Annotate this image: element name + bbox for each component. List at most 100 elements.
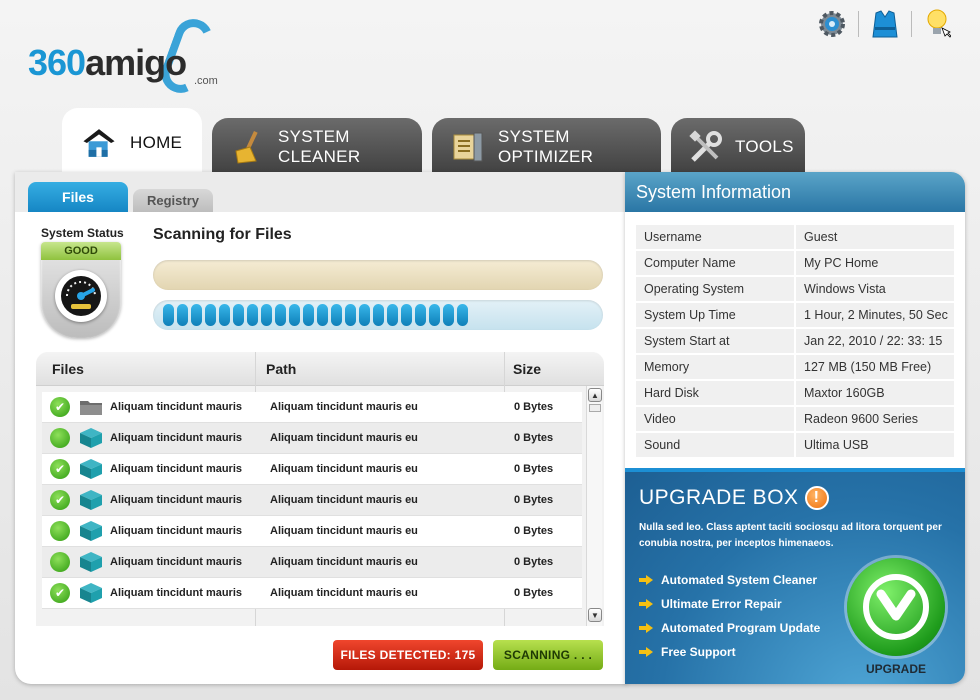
progress-segment (205, 304, 216, 326)
progress-segment (387, 304, 398, 326)
cube-icon (78, 459, 104, 479)
info-key: System Up Time (636, 303, 794, 327)
info-key: Hard Disk (636, 381, 794, 405)
file-path: Aliquam tincidunt mauris eu (270, 587, 418, 599)
files-detected-button[interactable]: FILES DETECTED: 175 (333, 640, 483, 670)
status-dot-icon[interactable] (50, 428, 70, 448)
cube-icon (78, 583, 104, 603)
lightbulb-icon[interactable] (922, 8, 954, 40)
info-key: Operating System (636, 277, 794, 301)
info-value: Maxtor 160GB (796, 381, 954, 405)
scroll-down-button[interactable]: ▼ (588, 608, 602, 622)
checkmark-icon[interactable]: ✔ (50, 397, 70, 417)
info-row: Username Guest (636, 225, 954, 251)
table-row[interactable]: Aliquam tincidunt mauris Aliquam tincidun… (42, 547, 582, 578)
file-name: Aliquam tincidunt mauris (110, 556, 243, 568)
info-key: Sound (636, 433, 794, 457)
info-row: Operating System Windows Vista (636, 277, 954, 303)
alert-icon: ! (804, 486, 829, 510)
speedometer-icon (55, 270, 107, 322)
cube-icon (78, 428, 104, 448)
progress-segment (443, 304, 454, 326)
broom-icon (230, 128, 266, 166)
progress-segment (429, 304, 440, 326)
scanning-button[interactable]: SCANNING . . . (493, 640, 603, 670)
upgrade-feature-list: Automated System Cleaner Ultimate Error R… (639, 568, 820, 664)
checkmark-icon[interactable]: ✔ (50, 490, 70, 510)
checkmark-icon[interactable]: ✔ (50, 583, 70, 603)
progress-segment (331, 304, 342, 326)
upgrade-title-text: UPGRADE BOX (639, 486, 799, 509)
col-header-path[interactable]: Path (266, 352, 296, 386)
house-icon (80, 124, 118, 162)
file-name: Aliquam tincidunt mauris (110, 432, 243, 444)
file-size: 0 Bytes (514, 463, 554, 475)
status-dot-icon[interactable] (50, 552, 70, 572)
table-row[interactable]: ✔ Aliquam tincidunt mauris Aliquam tincidu… (42, 578, 582, 609)
status-dot-icon[interactable] (50, 521, 70, 541)
file-path: Aliquam tincidunt mauris eu (270, 556, 418, 568)
upgrade-button-label[interactable]: UPGRADE (847, 662, 945, 676)
tab-system-optimizer-label: SYSTEM OPTIMIZER (498, 127, 594, 166)
upgrade-feature-text: Free Support (661, 645, 736, 659)
subtab-files[interactable]: Files (28, 182, 128, 212)
col-header-files[interactable]: Files (52, 352, 84, 386)
file-size: 0 Bytes (514, 432, 554, 444)
tab-system-cleaner[interactable]: SYSTEM CLEANER (212, 118, 422, 176)
logo-amigo: amigo (85, 42, 187, 83)
upgrade-feature-text: Automated Program Update (661, 621, 821, 635)
info-value: My PC Home (796, 251, 954, 275)
table-row[interactable]: ✔ Aliquam tincidunt mauris Aliquam tincidu… (42, 485, 582, 516)
info-row: Memory 127 MB (150 MB Free) (636, 355, 954, 381)
vest-icon[interactable] (869, 8, 901, 40)
scroll-up-button[interactable]: ▲ (588, 388, 602, 402)
table-scrollbar[interactable]: ▲ ▼ (586, 386, 602, 626)
table-row[interactable]: ✔ Aliquam tincidunt mauris Aliquam tincidu… (42, 392, 582, 423)
status-gauge: GOOD (41, 242, 121, 338)
logo-domain: .com (194, 75, 218, 87)
file-size: 0 Bytes (514, 525, 554, 537)
upgrade-feature-text: Automated System Cleaner (661, 573, 818, 587)
table-row[interactable]: Aliquam tincidunt mauris Aliquam tincidun… (42, 423, 582, 454)
file-name: Aliquam tincidunt mauris (110, 587, 243, 599)
progress-segment (415, 304, 426, 326)
upgrade-feature: Free Support (639, 640, 820, 664)
file-name: Aliquam tincidunt mauris (110, 463, 243, 475)
progress-segment (163, 304, 174, 326)
progress-segment (317, 304, 328, 326)
upgrade-feature: Ultimate Error Repair (639, 592, 820, 616)
file-path: Aliquam tincidunt mauris eu (270, 494, 418, 506)
progress-segment (373, 304, 384, 326)
info-key: Computer Name (636, 251, 794, 275)
file-name: Aliquam tincidunt mauris (110, 494, 243, 506)
files-panel: Files Registry System Status GOOD Scanni… (15, 172, 627, 684)
info-value: Windows Vista (796, 277, 954, 301)
files-table: Files Path Size ✔ Aliquam tincidunt mauri… (36, 352, 604, 626)
tab-tools[interactable]: TOOLS (671, 118, 805, 176)
scroll-thumb[interactable] (589, 404, 601, 412)
info-value: Ultima USB (796, 433, 954, 457)
gear-icon[interactable] (816, 8, 848, 40)
system-status-label: System Status (41, 226, 124, 240)
logo-text: 360amigo (28, 42, 187, 84)
cube-icon (78, 490, 104, 510)
info-row: Hard Disk Maxtor 160GB (636, 381, 954, 407)
progress-segment (401, 304, 412, 326)
checkmark-icon[interactable]: ✔ (50, 459, 70, 479)
brand-logo: 360amigo .com (28, 13, 228, 99)
table-row[interactable]: Aliquam tincidunt mauris Aliquam tincidun… (42, 516, 582, 547)
table-row[interactable]: ✔ Aliquam tincidunt mauris Aliquam tincidu… (42, 454, 582, 485)
folder-icon (78, 397, 104, 417)
arrow-right-icon (639, 623, 653, 633)
system-info-table: Username Guest Computer Name My PC Home Oper… (636, 225, 954, 459)
subtab-registry[interactable]: Registry (133, 189, 213, 212)
upgrade-box: UPGRADE BOX ! Nulla sed leo. Class apten… (625, 468, 965, 684)
upgrade-feature: Automated Program Update (639, 616, 820, 640)
info-value: 127 MB (150 MB Free) (796, 355, 954, 379)
file-size: 0 Bytes (514, 494, 554, 506)
col-header-size[interactable]: Size (513, 352, 541, 386)
tab-system-optimizer[interactable]: SYSTEM OPTIMIZER (432, 118, 661, 176)
download-check-icon (863, 574, 929, 640)
upgrade-button[interactable] (847, 558, 945, 656)
tab-home[interactable]: HOME (62, 108, 202, 178)
